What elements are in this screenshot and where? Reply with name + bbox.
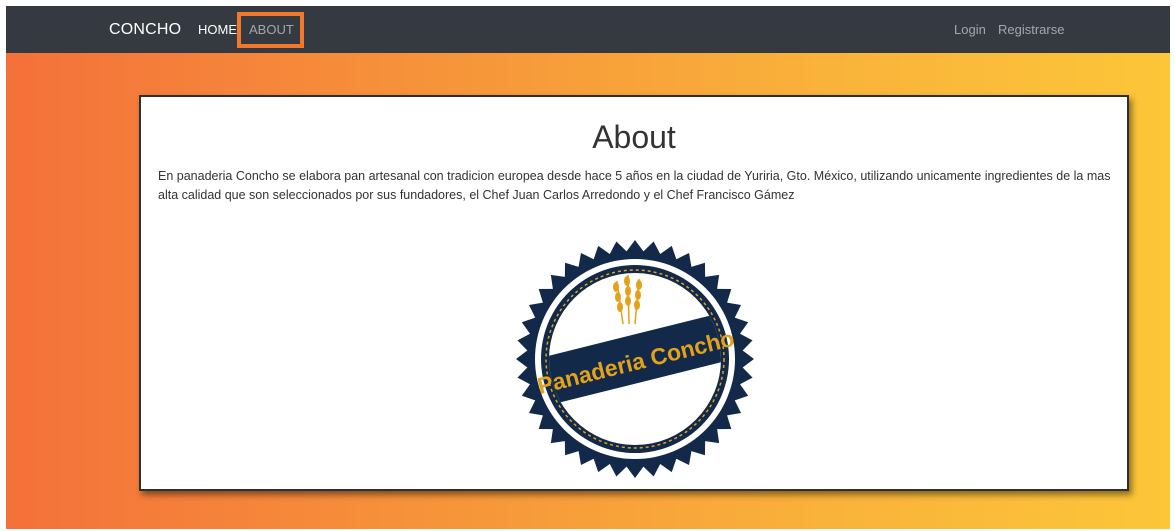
nav-login-link[interactable]: Login: [954, 22, 986, 38]
logo-seal: Panaderia Concho: [516, 240, 754, 478]
page-frame: CONCHO HOME ABOUT Login Registrarse Abou…: [6, 6, 1170, 529]
about-highlight-box: [237, 12, 304, 48]
nav-register-link[interactable]: Registrarse: [998, 22, 1064, 38]
navbar: CONCHO HOME ABOUT Login Registrarse: [6, 6, 1170, 53]
page-title: About: [592, 119, 676, 155]
nav-home-link[interactable]: HOME: [198, 22, 237, 38]
panaderia-logo: Panaderia Concho: [515, 239, 755, 479]
about-description: En panaderia Concho se elabora pan artes…: [158, 169, 1111, 202]
brand-link[interactable]: CONCHO: [109, 20, 181, 40]
about-card: About En panaderia Concho se elabora pan…: [139, 95, 1129, 491]
